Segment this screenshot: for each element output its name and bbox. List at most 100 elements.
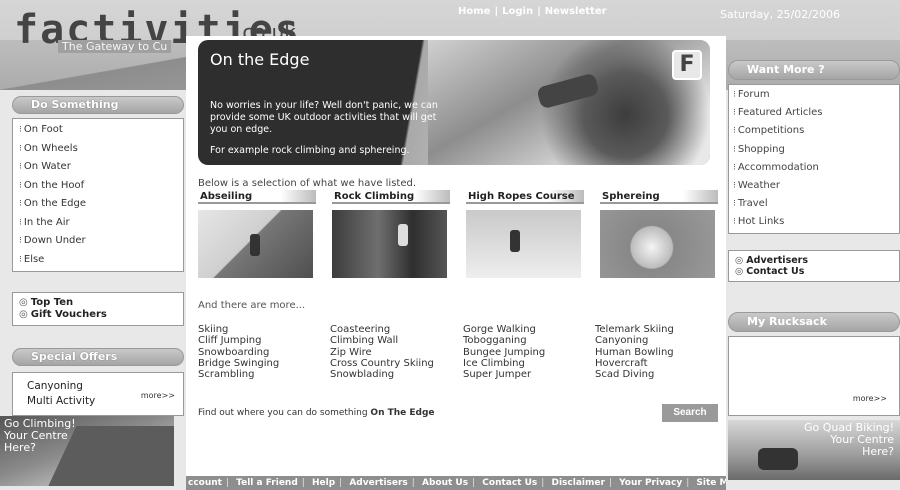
activity-link[interactable]: Tobogganing [463, 335, 595, 346]
bullet-icon: ⁝ [733, 108, 736, 119]
want-more-heading: Want More ? [728, 60, 900, 80]
nav-newsletter-link[interactable]: Newsletter [545, 6, 607, 17]
menu-item-on-foot[interactable]: ⁝ On Foot [13, 121, 183, 140]
high-ropes-photo[interactable] [466, 210, 581, 278]
rucksack-more-link[interactable]: more>> [853, 394, 887, 403]
hero-description: No worries in your life? Well don't pani… [210, 100, 438, 135]
menu-item-label: Down Under [23, 235, 86, 246]
person-figure [510, 230, 520, 252]
rock-climbing-photo[interactable] [332, 210, 447, 278]
bullet-icon: ⁝ [19, 199, 22, 209]
nav-separator: | [494, 6, 499, 17]
activity-link[interactable]: Zip Wire [330, 347, 463, 358]
activity-link[interactable]: Telemark Skiing [595, 324, 718, 335]
find-prefix: Find out where you can do something [198, 408, 371, 418]
link-weather[interactable]: ⁝ Weather [729, 177, 899, 195]
advertisers-link[interactable]: ◎ Advertisers [735, 255, 893, 266]
abseiling-photo[interactable] [198, 210, 313, 278]
hero-climbing-photo [428, 40, 710, 165]
nav-home-link[interactable]: Home [458, 6, 490, 17]
main-content: On the Edge No worries in your life? Wel… [186, 36, 726, 476]
bullet-icon: ⁝ [19, 180, 22, 191]
activity-link[interactable]: Human Bowling [595, 347, 718, 358]
activity-card-sphereing[interactable]: Sphereing [600, 190, 718, 278]
activity-column: Gorge Walking Tobogganing Bungee Jumping… [463, 324, 595, 380]
activity-link[interactable]: Cliff Jumping [198, 335, 330, 346]
go-climbing-promo-banner[interactable]: Go Climbing! Your Centre Here? [0, 416, 174, 486]
factivities-logo-icon: F [672, 50, 702, 80]
search-button[interactable]: Search [662, 404, 718, 422]
footer-link-tell-a-friend[interactable]: Tell a Friend [236, 478, 298, 488]
menu-item-down-under[interactable]: ⁝ Down Under [13, 232, 183, 251]
hero-example: For example rock climbing and sphereing. [210, 145, 410, 156]
activity-link[interactable]: Super Jumper [463, 369, 595, 380]
menu-item-label: On Foot [23, 124, 63, 135]
activity-title[interactable]: Abseiling [198, 190, 316, 204]
link-competitions[interactable]: ⁝ Competitions [729, 122, 899, 140]
footer-link-site-map[interactable]: Site M [696, 478, 726, 488]
activity-title[interactable]: Sphereing [600, 190, 718, 204]
activity-link[interactable]: Scad Diving [595, 369, 718, 380]
footer-link-help[interactable]: Help [312, 478, 335, 488]
link-travel[interactable]: ⁝ Travel [729, 195, 899, 213]
bullet-icon: ⁝ [733, 180, 736, 191]
bullet-icon: ⁝ [733, 217, 736, 228]
menu-item-on-water[interactable]: ⁝ On Water [13, 158, 183, 177]
bullet-icon: ⁝ [19, 162, 22, 172]
right-sidebar: Want More ? ⁝ Forum ⁝ Featured Articles ⁝ C… [728, 60, 900, 480]
more-activities-heading: And there are more... [198, 300, 306, 311]
bullet-icon: ⁝ [733, 126, 736, 137]
link-accommodation[interactable]: ⁝ Accommodation [729, 159, 899, 177]
activity-link[interactable]: Skiing [198, 324, 330, 335]
activity-link[interactable]: Bungee Jumping [463, 347, 595, 358]
special-offers-box: Canyoning Multi Activity more>> [12, 372, 184, 416]
activity-link[interactable]: Bridge Swinging [198, 358, 330, 369]
footer-separator: | [339, 478, 343, 488]
offers-more-link[interactable]: more>> [141, 388, 175, 403]
contact-us-link[interactable]: ◎ Contact Us [735, 266, 893, 277]
link-forum[interactable]: ⁝ Forum [729, 86, 899, 104]
link-shopping[interactable]: ⁝ Shopping [729, 141, 899, 159]
activity-card-rock-climbing[interactable]: Rock Climbing [332, 190, 450, 278]
activity-link[interactable]: Hovercraft [595, 358, 718, 369]
activity-link[interactable]: Coasteering [330, 324, 463, 335]
menu-item-in-the-air[interactable]: ⁝ In the Air [13, 214, 183, 233]
activity-link[interactable]: Snowblading [330, 369, 463, 380]
link-hot-links[interactable]: ⁝ Hot Links [729, 213, 899, 231]
gift-vouchers-link[interactable]: ◎ Gift Vouchers [19, 309, 177, 321]
activity-card-abseiling[interactable]: Abseiling [198, 190, 316, 278]
special-offers-heading: Special Offers [12, 348, 184, 366]
footer-link-advertisers[interactable]: Advertisers [349, 478, 407, 488]
footer-link-account[interactable]: ccount [188, 478, 222, 488]
activity-link[interactable]: Gorge Walking [463, 324, 595, 335]
activity-link[interactable]: Snowboarding [198, 347, 330, 358]
footer-link-about-us[interactable]: About Us [422, 478, 468, 488]
activity-card-high-ropes-course[interactable]: High Ropes Course [466, 190, 584, 278]
go-quad-biking-promo-banner[interactable]: Go Quad Biking! Your Centre Here? [728, 419, 900, 480]
activity-link[interactable]: Scrambling [198, 369, 330, 380]
link-label: Weather [737, 179, 780, 191]
nav-login-link[interactable]: Login [502, 6, 533, 17]
menu-item-on-the-hoof[interactable]: ⁝ On the Hoof [13, 177, 183, 196]
menu-item-on-wheels[interactable]: ⁝ On Wheels [13, 140, 183, 159]
link-featured-articles[interactable]: ⁝ Featured Articles [729, 104, 899, 122]
activity-column: Coasteering Climbing Wall Zip Wire Cross… [330, 324, 463, 380]
extra-links-box: ◎ Top Ten ◎ Gift Vouchers [12, 292, 184, 326]
activity-link[interactable]: Cross Country Skiing [330, 358, 463, 369]
menu-item-label: On Wheels [23, 142, 78, 154]
footer-separator: | [225, 478, 230, 488]
footer-link-disclaimer[interactable]: Disclaimer [551, 478, 604, 488]
sphereing-photo[interactable] [600, 210, 715, 278]
promo-line: Here? [862, 444, 894, 458]
top-ten-link[interactable]: ◎ Top Ten [19, 297, 177, 309]
activity-title[interactable]: Rock Climbing [332, 190, 450, 204]
activity-title[interactable]: High Ropes Course [466, 190, 584, 204]
menu-item-on-the-edge[interactable]: ⁝ On the Edge [13, 195, 183, 214]
footer-link-contact-us[interactable]: Contact Us [482, 478, 537, 488]
menu-item-else[interactable]: ⁝ Else [13, 251, 183, 270]
bullet-icon: ⁝ [19, 125, 22, 135]
footer-link-your-privacy[interactable]: Your Privacy [619, 478, 682, 488]
activity-link[interactable]: Ice Climbing [463, 358, 595, 369]
activity-link[interactable]: Climbing Wall [330, 335, 463, 346]
activity-link[interactable]: Canyoning [595, 335, 718, 346]
